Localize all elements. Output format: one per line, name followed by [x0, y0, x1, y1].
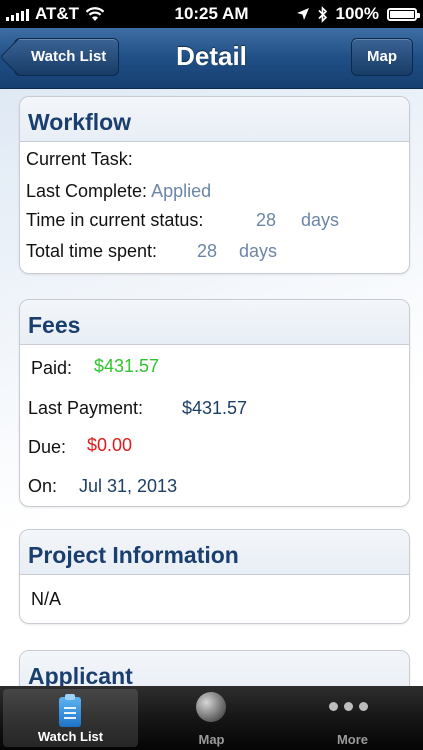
battery-percent: 100% [335, 4, 379, 23]
last-payment-value: $431.57 [182, 398, 248, 418]
tab-label: More [336, 732, 369, 747]
more-dots-icon [329, 702, 368, 711]
current-task-label: Current Task: [26, 149, 133, 169]
location-arrow-icon [296, 8, 309, 20]
bluetooth-icon [317, 5, 327, 23]
total-time-unit: days [239, 241, 278, 261]
battery-icon [387, 7, 420, 21]
clipboard-icon [59, 694, 81, 727]
tab-watch-list[interactable]: Watch List [3, 689, 138, 747]
workflow-title: Workflow [28, 109, 132, 135]
tab-label: Map [198, 732, 225, 747]
workflow-card: Workflow Current Task: Last Complete: Ap… [19, 96, 410, 274]
project-information-card: Project Information N/A [19, 529, 410, 624]
project-information-title: Project Information [28, 542, 239, 568]
fees-card: Fees Paid: $431.57 Last Payment: $431.57… [19, 299, 410, 507]
on-date-value: Jul 31, 2013 [79, 476, 178, 496]
on-label: On: [28, 476, 58, 496]
total-time-label: Total time spent: [26, 241, 158, 261]
tab-label: Watch List [37, 729, 104, 744]
fees-title: Fees [28, 312, 81, 338]
status-bar: AT&T 10:25 AM 100% [0, 0, 423, 28]
time-in-status-unit: days [301, 210, 340, 230]
map-button[interactable]: Map [351, 38, 413, 76]
tab-bar: Watch List Map More [0, 686, 423, 750]
applicant-title: Applicant [28, 663, 133, 686]
time-in-status-label: Time in current status: [26, 210, 204, 230]
tab-more[interactable]: More [282, 686, 423, 750]
time-in-status-value: 28 [256, 210, 277, 230]
last-payment-label: Last Payment: [28, 398, 144, 418]
due-label: Due: [28, 437, 67, 457]
project-information-value: N/A [31, 589, 62, 609]
navigation-bar: Watch List Detail Map [0, 28, 423, 89]
paid-value: $431.57 [94, 356, 160, 376]
tab-map[interactable]: Map [141, 686, 282, 750]
last-complete-value: Applied [151, 181, 212, 201]
paid-label: Paid: [31, 358, 73, 378]
last-complete-label: Last Complete: [26, 181, 148, 201]
detail-content[interactable]: Workflow Current Task: Last Complete: Ap… [0, 89, 423, 686]
total-time-value: 28 [197, 241, 218, 261]
due-value: $0.00 [87, 435, 133, 455]
applicant-card: Applicant [19, 650, 410, 686]
last-complete-row: Last Complete: Applied [26, 181, 211, 202]
globe-icon [196, 692, 226, 722]
